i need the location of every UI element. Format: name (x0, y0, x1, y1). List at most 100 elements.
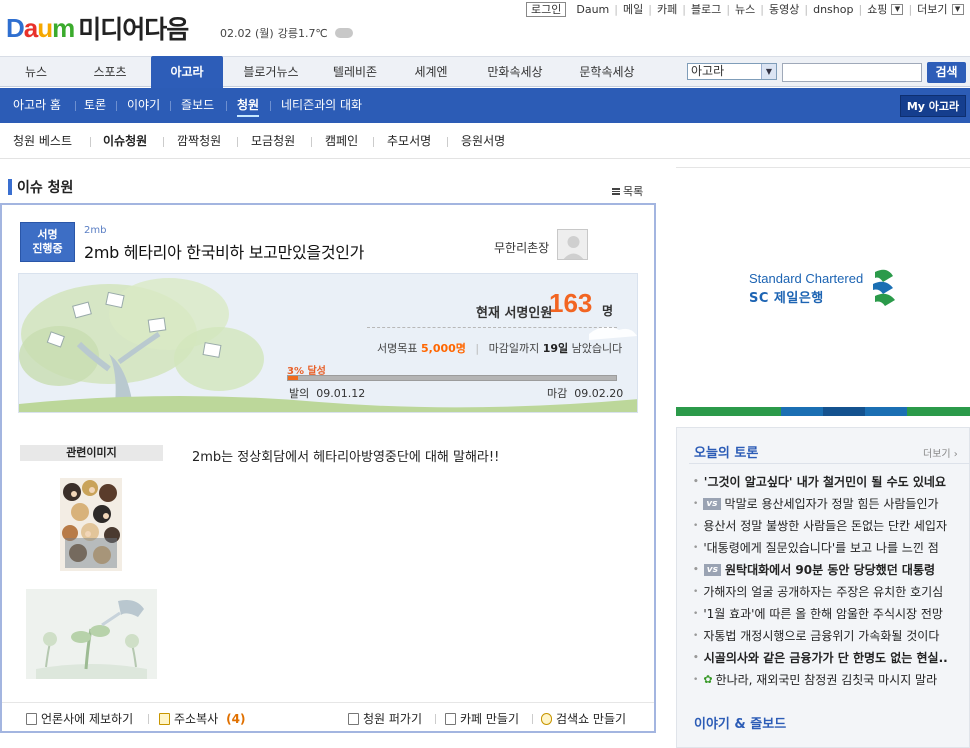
debate-item-text: 원탁대화에서 90분 동안 당당했던 대통령 (725, 563, 936, 577)
topnav-link-mail[interactable]: 메일 (623, 1, 643, 17)
related-images-header: 관련이미지 (20, 445, 163, 461)
ad-bar-seg (781, 407, 823, 416)
signature-status-box: 현재 서명인원 163 명 서명목표 5,000명 | 마감일까지 19일 남았… (18, 273, 638, 413)
ad-bar-seg (907, 407, 970, 416)
spread-petition-link[interactable]: 청원 퍼가기 (348, 710, 422, 727)
debate-item[interactable]: • 자통법 개정시행으로 금융위기 가속화될 것이다 (693, 627, 970, 644)
cafe-label: 카페 만들기 (460, 712, 520, 726)
date-text: 02.02 (월) (220, 27, 274, 40)
topnav-link-video[interactable]: 동영상 (769, 1, 799, 17)
debate-item[interactable]: • 가해자의 얼굴 공개하자는 주장은 유치한 호기심 (693, 583, 970, 600)
search-category-select[interactable]: 아고라 ▼ (687, 63, 777, 80)
agora-sub-nav: 아고라 홈 토론 이야기 즐보드 청원 네티즌과의 대화 My 아고라 (0, 88, 970, 123)
debate-item[interactable]: • vs 막말로 용산세입자가 정말 힘든 사람들인가 (693, 495, 970, 512)
ad-line2: SC 제일은행 (749, 290, 824, 306)
copy-address-link[interactable]: 주소복사 (4) (159, 710, 246, 727)
topnav-link-news[interactable]: 뉴스 (735, 1, 755, 17)
author-name[interactable]: 무한리촌장 (494, 239, 549, 256)
petition-title: 2mb 헤타리아 한국비하 보고만있을것인가 (84, 243, 365, 262)
petition-body: 2mb는 정상회담에서 헤타리아방영중단에 대해 말해라!! (192, 450, 500, 465)
section-title-text: 이슈 청원 (17, 180, 74, 196)
debate-item[interactable]: • ✿ 한나라, 재외국민 참정권 김칫국 마시지 말라 (693, 671, 970, 688)
topnav-link-dnshop[interactable]: dnshop (813, 3, 853, 16)
debate-item[interactable]: • 시골의사와 같은 금융가가 단 한명도 없는 현실.. (693, 649, 970, 666)
subnav-debate[interactable]: 토론 (84, 88, 106, 123)
cat-memorial-signature[interactable]: 추모서명 (387, 124, 431, 159)
topnav-link-daum[interactable]: Daum (576, 3, 609, 16)
ad-bar-seg (865, 407, 907, 416)
cat-campaign[interactable]: 캠페인 (325, 124, 358, 159)
report-to-press-link[interactable]: 언론사에 제보하기 (26, 710, 133, 727)
status-badge-line2: 진행중 (32, 242, 63, 255)
daum-media-logo[interactable]: Daum 미디어다음 (6, 14, 189, 44)
standard-chartered-logo[interactable]: Standard Chartered SC 제일은행 (749, 266, 899, 310)
tab-agora[interactable]: 아고라 (151, 56, 223, 89)
cat-cheer-signature[interactable]: 응원서명 (461, 124, 505, 159)
bullet-icon: • (693, 674, 699, 685)
debate-item[interactable]: • '그것이 알고싶다' 내가 철거민이 될 수도 있네요 (693, 473, 970, 490)
tab-sports[interactable]: 스포츠 (78, 57, 142, 88)
cat-issue-petition[interactable]: 이슈청원 (103, 124, 147, 159)
avatar[interactable] (557, 229, 588, 260)
shopping-dropdown-icon[interactable]: ▼ (891, 3, 904, 15)
tab-blogger-news[interactable]: 블로거뉴스 (235, 57, 307, 88)
end-date: 마감 09.02.20 (547, 387, 624, 400)
tab-literature[interactable]: 문학속세상 (569, 57, 645, 88)
vs-badge: vs (703, 563, 721, 576)
search-input[interactable] (782, 63, 922, 82)
search-button[interactable]: 검색 (927, 62, 966, 83)
topnav-more[interactable]: 더보기 (917, 1, 947, 17)
make-cafe-link[interactable]: 카페 만들기 (445, 710, 519, 727)
bullet-icon: • (693, 498, 699, 509)
debate-item[interactable]: • '대통령에게 질문있습니다'를 보고 나를 느낀 점 (693, 539, 970, 556)
signature-count-unit: 명 (602, 304, 614, 318)
subnav-story[interactable]: 이야기 (127, 88, 160, 123)
date-weather: 02.02 (월) 강릉1.7℃ (220, 25, 353, 41)
subnav-agora-home[interactable]: 아고라 홈 (13, 88, 61, 123)
list-link[interactable]: 목록 (612, 183, 643, 199)
debate-item[interactable]: • '1월 효과'에 따른 올 한해 암울한 주식시장 전망 (693, 605, 970, 622)
subnav-petition[interactable]: 청원 (237, 88, 260, 123)
debate-item[interactable]: • 용산서 정말 불쌍한 사람들은 돈없는 단칸 세입자 (693, 517, 970, 534)
searchshow-label: 검색쇼 만들기 (556, 712, 627, 726)
vs-badge: vs (703, 497, 721, 510)
petition-actions: 언론사에 제보하기 주소복사 (4) 청원 퍼가기 카페 만들기 검색쇼 만들기 (2, 702, 654, 732)
tab-televizone[interactable]: 텔레비존 (322, 57, 388, 88)
start-date: 발의 09.01.12 (289, 387, 366, 400)
tab-news[interactable]: 뉴스 (6, 57, 66, 88)
ad-color-bar (676, 407, 970, 416)
list-link-label: 목록 (623, 185, 644, 198)
related-image-1[interactable] (60, 478, 122, 571)
topnav-link-blog[interactable]: 블로그 (691, 1, 721, 17)
ad-line1: Standard Chartered (749, 270, 864, 286)
cat-fundraising-petition[interactable]: 모금청원 (251, 124, 295, 159)
cat-petition-best[interactable]: 청원 베스트 (13, 124, 72, 159)
weather-text: 강릉1.7℃ (277, 27, 328, 40)
subnav-jeulboard[interactable]: 즐보드 (181, 88, 214, 123)
spread-label: 청원 퍼가기 (363, 712, 423, 726)
top-utility-nav: 로그인 Daum | 메일 | 카페 | 블로그 | 뉴스 | 동영상 | dnshop | … (526, 1, 964, 17)
debate-title: 오늘의 토론 (694, 446, 759, 461)
subnav-netizen-talk[interactable]: 네티즌과의 대화 (281, 88, 362, 123)
cloud-icon (334, 28, 353, 38)
my-agora-button[interactable]: My 아고라 (900, 95, 966, 117)
petition-small-name[interactable]: 2mb (84, 225, 106, 236)
tab-cartoon[interactable]: 만화속세상 (477, 57, 553, 88)
debate-item[interactable]: • vs 원탁대화에서 90분 동안 당당했던 대통령 (693, 561, 970, 578)
bullet-icon: • (693, 586, 699, 597)
more-dropdown-icon[interactable]: ▼ (951, 3, 964, 15)
make-searchshow-link[interactable]: 검색쇼 만들기 (541, 710, 626, 727)
debate-more-link[interactable]: 더보기 › (923, 445, 958, 460)
tab-world[interactable]: 세계엔 (402, 57, 460, 88)
cat-surprise-petition[interactable]: 깜짝청원 (177, 124, 221, 159)
ad-bar-seg (823, 407, 865, 416)
media-daum-title: 미디어다음 (78, 15, 189, 44)
goal-row: 서명목표 5,000명 | 마감일까지 19일 남았습니다 (377, 342, 623, 355)
related-image-2[interactable] (26, 589, 157, 679)
search-category-value: 아고라 (691, 64, 725, 78)
topnav-link-cafe[interactable]: 카페 (657, 1, 677, 17)
topnav-link-shopping[interactable]: 쇼핑 (867, 1, 887, 17)
petition-category-nav: 청원 베스트 이슈청원 깜짝청원 모금청원 캠페인 추모서명 응원서명 (0, 124, 970, 159)
login-button[interactable]: 로그인 (526, 1, 567, 17)
bullet-icon: • (693, 652, 699, 663)
